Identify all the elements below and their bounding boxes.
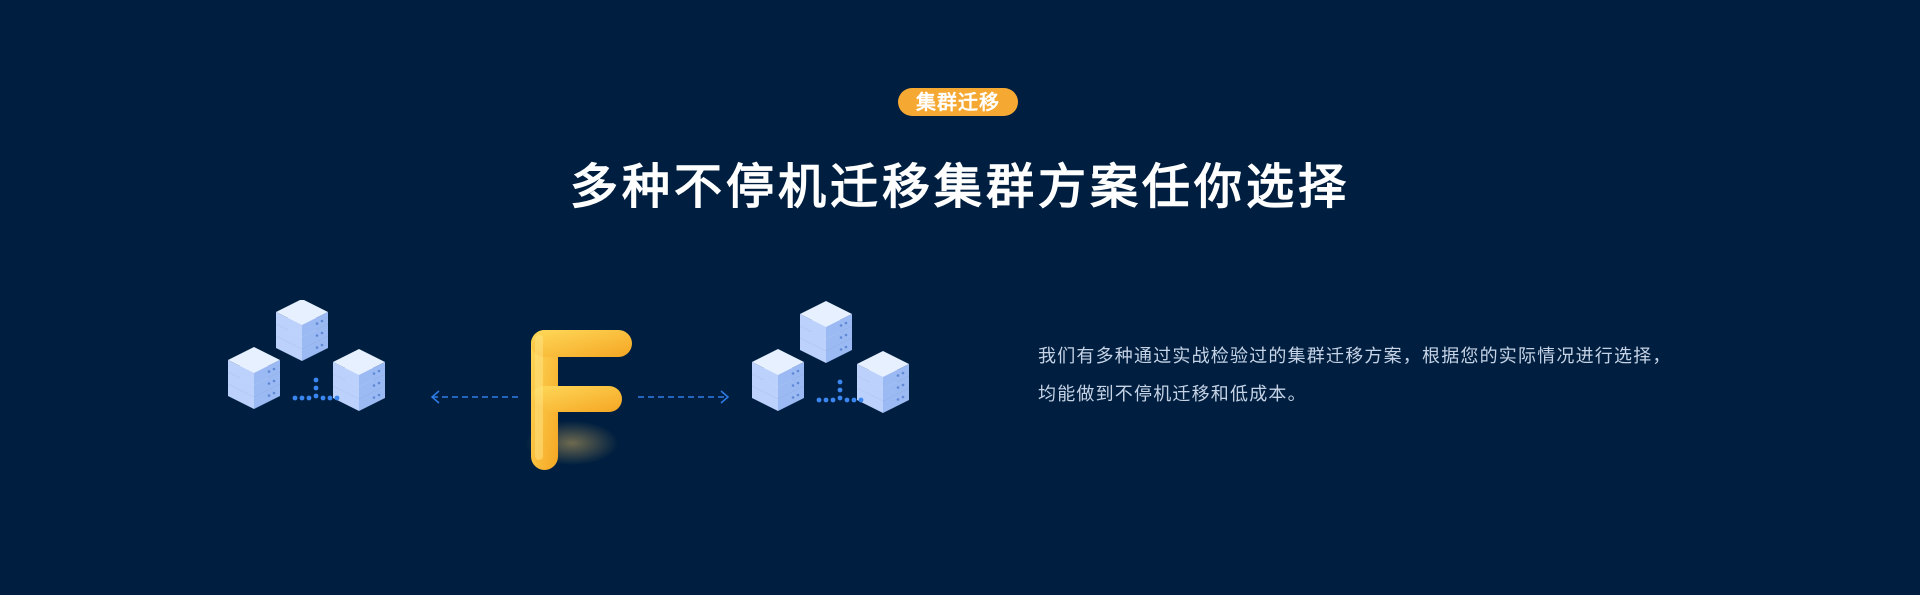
arrow-right-icon bbox=[638, 390, 730, 404]
server-cluster-left-icon bbox=[228, 300, 385, 411]
section-description: 我们有多种通过实战检验过的集群迁移方案，根据您的实际情况进行选择， 均能做到不停… bbox=[1038, 338, 1698, 414]
letter-f-logo-icon bbox=[526, 330, 632, 470]
description-line-1: 我们有多种通过实战检验过的集群迁移方案，根据您的实际情况进行选择， bbox=[1038, 346, 1672, 367]
server-cluster-right-icon bbox=[752, 301, 909, 413]
cluster-migration-illustration bbox=[220, 300, 960, 490]
description-line-2: 均能做到不停机迁移和低成本。 bbox=[1038, 384, 1307, 405]
section-badge: 集群迁移 bbox=[898, 88, 1018, 116]
arrow-left-icon bbox=[430, 390, 522, 404]
section-headline: 多种不停机迁移集群方案任你选择 bbox=[569, 159, 1350, 215]
illustration-svg bbox=[220, 300, 960, 470]
